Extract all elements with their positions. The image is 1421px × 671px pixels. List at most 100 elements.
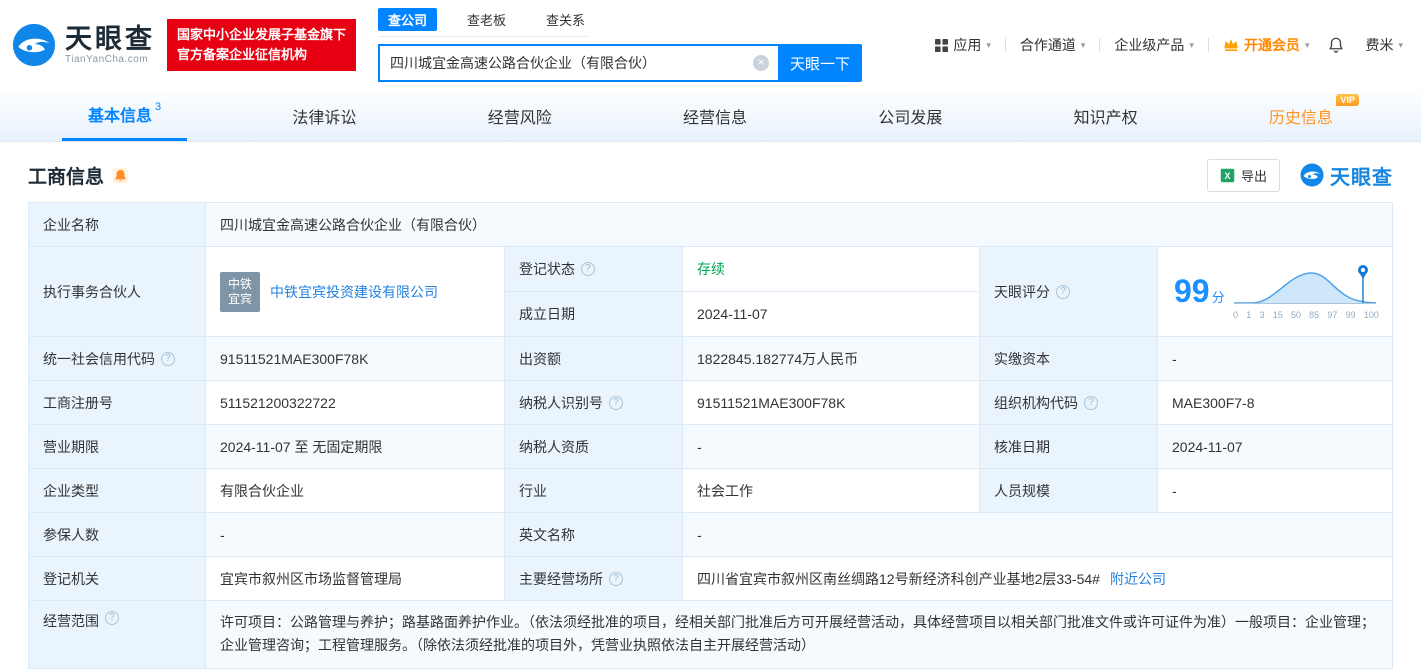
search-tabs: 查公司 查老板 查关系	[378, 8, 589, 37]
tab-ip[interactable]: 知识产权	[1048, 90, 1164, 141]
nav-cooperation-label: 合作通道	[1019, 37, 1076, 53]
tab-basic-info[interactable]: 基本信息 3	[62, 90, 188, 141]
subscribe-bell[interactable]	[112, 167, 129, 184]
clear-search-icon[interactable]: ×	[753, 55, 770, 71]
nav-divider	[1207, 38, 1209, 52]
label-approval-date: 核准日期	[980, 425, 1158, 469]
search-input[interactable]	[380, 55, 779, 71]
reg-authority-value: 宜宾市叙州区市场监督管理局	[206, 557, 505, 601]
search-tab-relation[interactable]: 查关系	[536, 8, 595, 31]
certification-badge-line1: 国家中小企业发展子基金旗下	[177, 26, 347, 42]
export-button-label: 导出	[1240, 168, 1267, 184]
tab-history[interactable]: 历史信息 VIP	[1243, 90, 1359, 141]
top-nav: 应用 ▾ 合作通道 ▾ 企业级产品 ▾ 开通会员 ▾ 费米 ▾	[935, 35, 1403, 55]
label-taxpayer-id: 纳税人识别号 ?	[505, 381, 683, 425]
chevron-down-icon: ▾	[1189, 39, 1194, 50]
business-term-value: 2024-11-07 至 无固定期限	[206, 425, 505, 469]
business-address-text: 四川省宜宾市叙州区南丝绸路12号新经济科创产业基地2层33-54#	[697, 570, 1100, 587]
label-industry: 行业	[505, 469, 683, 513]
score-axis-ticks: 0 1 3 15 50 85 97 99 100	[1233, 310, 1379, 320]
credit-code-value: 91511521MAE300F78K	[206, 337, 505, 381]
tab-legal[interactable]: 法律诉讼	[266, 90, 382, 141]
bell-icon	[1329, 37, 1344, 53]
help-icon[interactable]: ?	[105, 611, 119, 625]
top-header: 天眼查 TianYanCha.com 国家中小企业发展子基金旗下 官方备案企业征…	[0, 0, 1421, 90]
search-tab-company[interactable]: 查公司	[378, 8, 438, 31]
label-established-date: 成立日期	[505, 292, 683, 337]
certification-badge: 国家中小企业发展子基金旗下 官方备案企业征信机构	[167, 18, 357, 72]
search-block: 查公司 查老板 查关系 × 天眼一下	[378, 8, 864, 82]
status-badge: 存续	[697, 261, 725, 277]
crown-icon	[1224, 39, 1238, 51]
score-pin-icon	[1358, 265, 1368, 279]
score-cell: 99 分 0 1 3 15 50 85 97 99 100	[1158, 247, 1393, 337]
label-paid-capital: 实缴资本	[980, 337, 1158, 381]
nav-open-vip-label: 开通会员	[1243, 37, 1300, 53]
username: 费米	[1365, 37, 1394, 53]
help-icon[interactable]: ?	[1084, 395, 1098, 410]
tab-risk[interactable]: 经营风险	[462, 90, 578, 141]
help-icon[interactable]: ?	[161, 351, 175, 366]
nav-apps[interactable]: 应用 ▾	[935, 35, 991, 55]
org-code-value: MAE300F7-8	[1158, 381, 1393, 425]
tianyan-score-value: 99 分	[1174, 273, 1225, 309]
apps-grid-icon	[935, 38, 949, 52]
section-tabbar: 基本信息 3 法律诉讼 经营风险 经营信息 公司发展 知识产权 历史信息 VIP	[0, 90, 1421, 142]
label-credit-code: 统一社会信用代码 ?	[29, 337, 206, 381]
svg-text:X: X	[1224, 170, 1230, 180]
tab-operation[interactable]: 经营信息	[657, 90, 773, 141]
company-name-value: 四川城宜金高速公路合伙企业（有限合伙）	[206, 203, 1393, 247]
nav-divider	[1099, 38, 1101, 52]
nav-enterprise-products-label: 企业级产品	[1114, 37, 1185, 53]
excel-icon: X	[1220, 168, 1235, 182]
label-executive-partner: 执行事务合伙人	[29, 247, 206, 337]
tab-legal-label: 法律诉讼	[292, 109, 357, 127]
tab-operation-label: 经营信息	[683, 109, 748, 127]
search-tab-boss[interactable]: 查老板	[457, 8, 516, 31]
tab-history-label: 历史信息	[1268, 109, 1333, 127]
logo-subtitle: TianYanCha.com	[65, 54, 149, 66]
label-business-scope: 经营范围 ?	[29, 601, 206, 669]
label-capital: 出资额	[505, 337, 683, 381]
help-icon[interactable]: ?	[609, 395, 623, 410]
taxpayer-id-value: 91511521MAE300F78K	[683, 381, 980, 425]
label-taxpayer-quality: 纳税人资质	[505, 425, 683, 469]
tab-development-label: 公司发展	[878, 109, 943, 127]
established-date-value: 2024-11-07	[683, 292, 980, 337]
partner-company-link[interactable]: 中铁宜宾投资建设有限公司	[270, 282, 438, 302]
insured-count-value: -	[206, 513, 505, 557]
section-title: 工商信息	[28, 166, 105, 188]
label-reg-number: 工商注册号	[29, 381, 206, 425]
nav-open-vip[interactable]: 开通会员 ▾	[1223, 35, 1309, 55]
search-row: × 天眼一下	[378, 44, 864, 82]
tianyancha-logo[interactable]: 天眼查 TianYanCha.com	[12, 23, 155, 67]
label-business-term: 营业期限	[29, 425, 206, 469]
nearby-companies-link[interactable]: 附近公司	[1110, 569, 1166, 589]
search-button[interactable]: 天眼一下	[778, 44, 863, 82]
tab-development[interactable]: 公司发展	[852, 90, 968, 141]
partner-company-logo[interactable]: 中铁 宜宾	[220, 271, 260, 312]
nav-cooperation[interactable]: 合作通道 ▾	[1020, 35, 1086, 55]
nav-user[interactable]: 费米 ▾	[1365, 35, 1403, 55]
score-curve-chart: 0 1 3 15 50 85 97 99 100	[1230, 263, 1382, 320]
business-address-cell: 四川省宜宾市叙州区南丝绸路12号新经济科创产业基地2层33-54# 附近公司	[683, 557, 1393, 601]
tab-basic-info-label: 基本信息	[88, 108, 153, 125]
label-tianyan-score: 天眼评分 ?	[980, 247, 1158, 337]
taxpayer-quality-value: -	[683, 425, 980, 469]
score-curve-svg	[1234, 265, 1377, 304]
export-button[interactable]: X 导出	[1206, 158, 1280, 192]
business-info-table: 企业名称 四川城宜金高速公路合伙企业（有限合伙） 执行事务合伙人 中铁 宜宾 中…	[28, 202, 1393, 669]
notifications-bell[interactable]	[1327, 36, 1345, 54]
nav-enterprise-products[interactable]: 企业级产品 ▾	[1114, 35, 1194, 55]
label-org-code: 组织机构代码 ?	[980, 381, 1158, 425]
help-icon[interactable]: ?	[609, 571, 623, 586]
staff-size-value: -	[1158, 469, 1393, 513]
chevron-down-icon: ▾	[1080, 39, 1086, 50]
help-icon[interactable]: ?	[1056, 284, 1070, 299]
label-company-type: 企业类型	[29, 469, 206, 513]
section-header: 工商信息 X 导出 天眼查	[28, 156, 1393, 194]
watermark-text: 天眼查	[1330, 166, 1393, 189]
reg-number-value: 511521200322722	[206, 381, 505, 425]
nav-apps-label: 应用	[953, 37, 982, 53]
help-icon[interactable]: ?	[581, 262, 595, 276]
